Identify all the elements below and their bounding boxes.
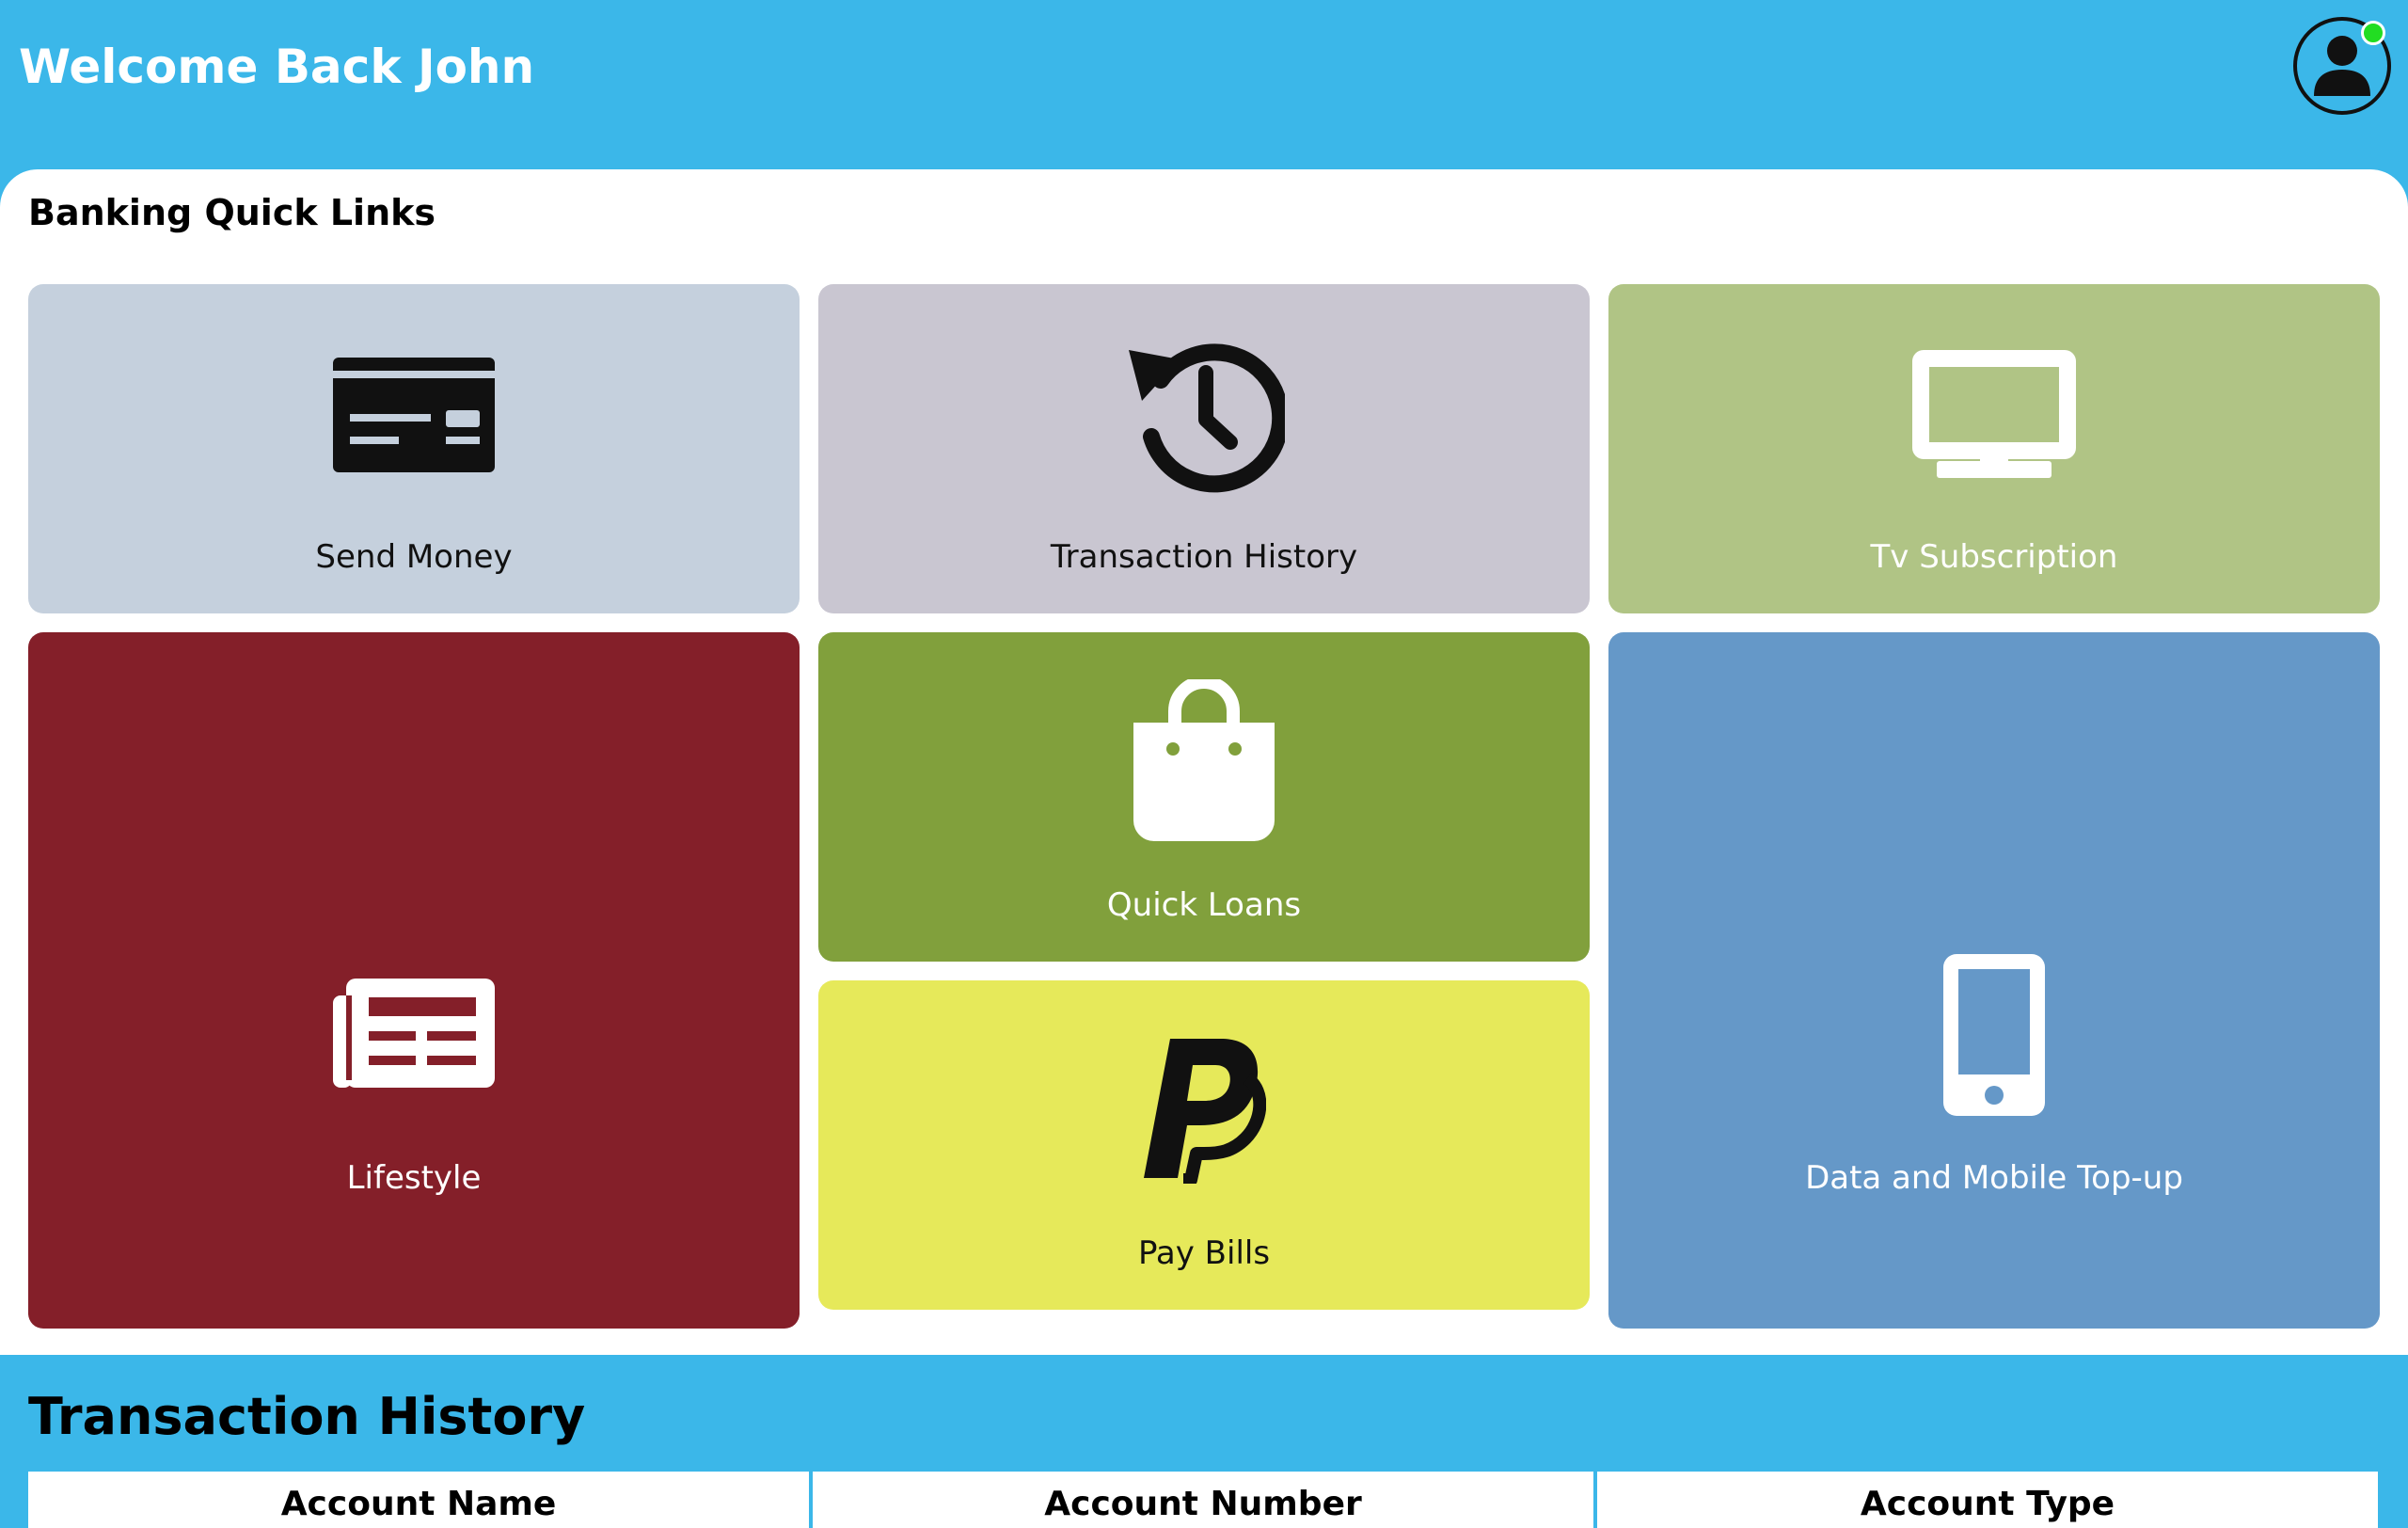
- shopping-bag-icon: [1133, 679, 1275, 843]
- send-money-tile[interactable]: Send Money: [28, 284, 800, 613]
- tv-subscription-tile[interactable]: Tv Subscription: [1608, 284, 2380, 613]
- user-avatar-icon: [2314, 36, 2370, 96]
- quick-links-panel: Banking Quick Links Send Money Transacti…: [0, 169, 2408, 1355]
- pay-bills-label: Pay Bills: [1137, 1234, 1271, 1272]
- quick-loans-label: Quick Loans: [1106, 886, 1302, 924]
- credit-card-icon: [333, 358, 495, 472]
- column-header-account-number[interactable]: Account Number: [809, 1472, 1593, 1528]
- newspaper-icon: [333, 979, 495, 1088]
- pay-bills-tile[interactable]: Pay Bills: [818, 980, 1590, 1310]
- column-header-account-name[interactable]: Account Name: [28, 1472, 809, 1528]
- quick-loans-tile[interactable]: Quick Loans: [818, 632, 1590, 962]
- online-status-indicator: [2361, 21, 2385, 45]
- transaction-history-tile[interactable]: Transaction History: [818, 284, 1590, 613]
- transaction-table-header: Account Name Account Number Account Type: [28, 1472, 2378, 1528]
- history-icon: [1123, 333, 1285, 495]
- welcome-heading: Welcome Back John: [19, 40, 535, 94]
- lifestyle-tile[interactable]: Lifestyle: [28, 632, 800, 1329]
- tv-icon: [1912, 350, 2076, 482]
- transaction-history-section: Transaction History Account Name Account…: [0, 1355, 2408, 1528]
- quick-links-title: Banking Quick Links: [28, 192, 436, 233]
- lifestyle-label: Lifestyle: [346, 1159, 482, 1197]
- transaction-history-title: Transaction History: [28, 1387, 586, 1446]
- paypal-icon: [1142, 1037, 1266, 1184]
- send-money-label: Send Money: [315, 538, 513, 576]
- mobile-phone-icon: [1943, 954, 2045, 1116]
- data-mobile-topup-tile[interactable]: Data and Mobile Top-up: [1608, 632, 2380, 1329]
- column-header-account-type[interactable]: Account Type: [1593, 1472, 2378, 1528]
- data-mobile-topup-label: Data and Mobile Top-up: [1805, 1159, 2183, 1197]
- transaction-history-label: Transaction History: [1050, 538, 1358, 576]
- top-bar: Welcome Back John: [0, 0, 2408, 169]
- tv-subscription-label: Tv Subscription: [1870, 538, 2118, 576]
